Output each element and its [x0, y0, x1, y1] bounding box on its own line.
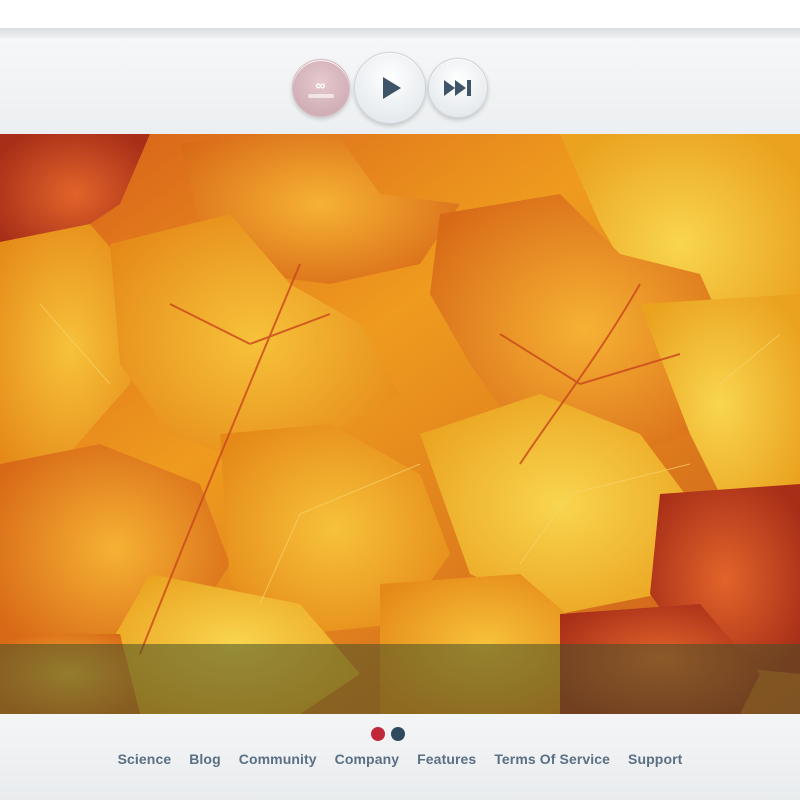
logo-underline: [308, 94, 334, 98]
pager-dot-active[interactable]: [371, 727, 385, 741]
footer-link-features[interactable]: Features: [417, 751, 476, 767]
skip-forward-icon: [443, 78, 473, 98]
slide-pager: [371, 727, 405, 741]
player-controls: ∞: [292, 52, 488, 124]
footer-link-terms[interactable]: Terms Of Service: [494, 751, 610, 767]
skip-forward-button[interactable]: [428, 58, 488, 118]
top-rule: [0, 28, 800, 38]
footer-link-support[interactable]: Support: [628, 751, 682, 767]
caption-band: [0, 644, 800, 714]
footer-link-community[interactable]: Community: [239, 751, 317, 767]
play-icon: [375, 73, 405, 103]
hero-image-autumn-leaves: [0, 134, 800, 714]
footer-nav: Science Blog Community Company Features …: [0, 751, 800, 767]
page-frame: ∞ Science Blog Community Company Feature…: [0, 0, 800, 800]
footer-link-blog[interactable]: Blog: [189, 751, 221, 767]
pager-dot[interactable]: [391, 727, 405, 741]
infinity-logo-icon: ∞: [315, 77, 327, 93]
footer-link-company[interactable]: Company: [335, 751, 400, 767]
logo-button[interactable]: ∞: [292, 59, 350, 117]
play-button[interactable]: [354, 52, 426, 124]
footer-link-science[interactable]: Science: [118, 751, 172, 767]
